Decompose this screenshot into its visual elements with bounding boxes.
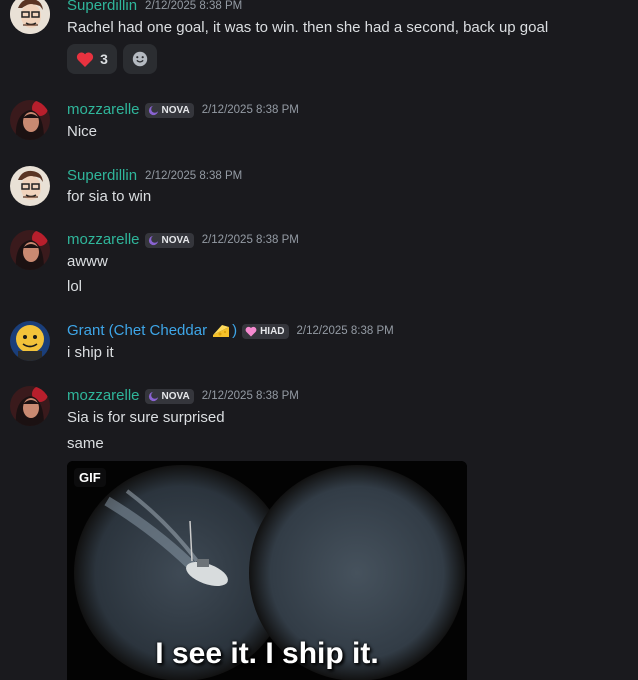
avatar[interactable]	[10, 0, 50, 34]
username[interactable]: Superdillin	[67, 0, 137, 16]
heart-icon	[76, 52, 94, 67]
timestamp[interactable]: 2/12/2025 8:38 PM	[202, 390, 299, 402]
message-text: i ship it	[67, 344, 114, 361]
timestamp[interactable]: 2/12/2025 8:38 PM	[145, 0, 242, 12]
username[interactable]: mozzarelle	[67, 100, 140, 120]
timestamp[interactable]: 2/12/2025 8:38 PM	[145, 170, 242, 182]
cheese-icon	[213, 325, 230, 337]
avatar[interactable]	[10, 166, 50, 206]
message-text: for sia to win	[67, 188, 152, 205]
timestamp[interactable]: 2/12/2025 8:38 PM	[202, 104, 299, 116]
gif-badge: GIF	[74, 468, 106, 487]
timestamp[interactable]: 2/12/2025 8:38 PM	[297, 325, 394, 337]
reaction-heart[interactable]: 3	[67, 44, 117, 74]
message-text: Nice	[67, 123, 98, 140]
guild-tag[interactable]: HIAD	[242, 323, 289, 339]
moon-icon	[148, 104, 159, 115]
reaction-count: 3	[100, 51, 108, 67]
moon-icon	[148, 390, 159, 401]
add-reaction-icon	[132, 51, 148, 67]
message-text: awww	[67, 253, 108, 270]
timestamp[interactable]: 2/12/2025 8:38 PM	[202, 234, 299, 246]
username[interactable]: mozzarelle	[67, 386, 140, 406]
guild-tag[interactable]: NOVA	[144, 102, 194, 118]
avatar[interactable]	[10, 100, 50, 140]
tag-label: NOVA	[161, 234, 190, 246]
avatar[interactable]	[10, 230, 50, 270]
username[interactable]: Superdillin	[67, 166, 137, 186]
message-text: Rachel had one goal, it was to win. then…	[67, 19, 549, 36]
heart-badge-icon	[245, 326, 257, 336]
avatar[interactable]	[10, 386, 50, 426]
message-text: lol	[67, 278, 83, 295]
guild-tag[interactable]: NOVA	[144, 232, 194, 248]
message-text: same	[67, 435, 104, 452]
tag-label: NOVA	[161, 104, 190, 116]
avatar[interactable]	[10, 321, 50, 361]
username[interactable]: mozzarelle	[67, 230, 140, 250]
add-reaction-button[interactable]	[123, 44, 157, 74]
username[interactable]: Grant (Chet Cheddar	[67, 321, 207, 341]
username-suffix[interactable]: )	[232, 321, 237, 341]
moon-icon	[148, 234, 159, 245]
tag-label: HIAD	[260, 325, 285, 337]
reactions-bar: 3	[67, 44, 157, 74]
gif-caption: I see it. I ship it.	[155, 637, 379, 670]
tag-label: NOVA	[161, 390, 190, 402]
guild-tag[interactable]: NOVA	[144, 388, 194, 404]
gif-embed[interactable]: GIF I see it. I ship it.	[67, 461, 467, 680]
message-text: Sia is for sure surprised	[67, 409, 225, 426]
